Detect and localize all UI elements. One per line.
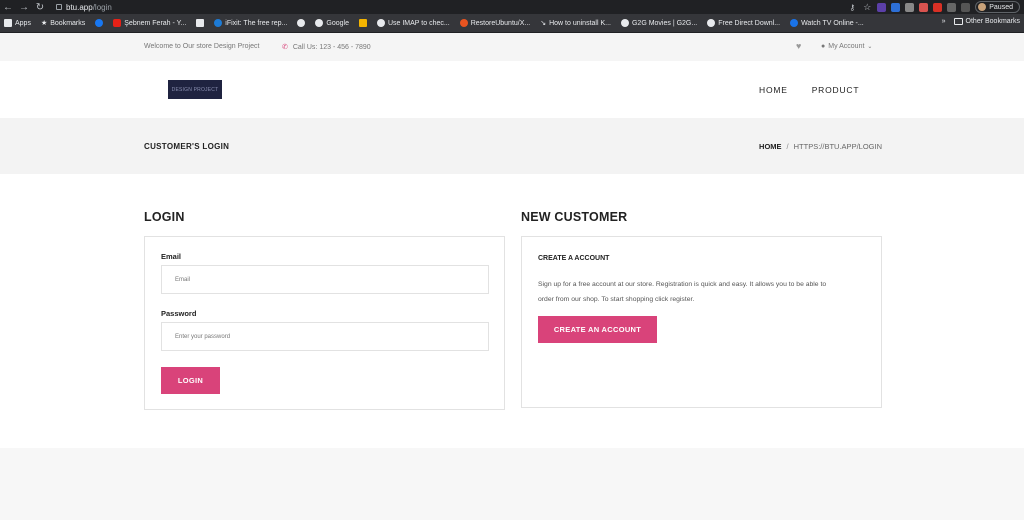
url-path: /login [92,2,112,12]
youtube-icon [113,19,122,27]
login-heading: LOGIN [144,210,185,224]
site-topbar: Welcome to Our store Design Project ✆ Cal… [0,33,1024,61]
bookmarks-bar: Apps ★ Bookmarks Şebnem Ferah - Y... iFix… [0,14,1024,33]
extension-icon[interactable] [933,2,943,12]
bookmark-item[interactable]: ↘ How to uninstall K... [540,19,611,28]
page-title: CUSTOMER'S LOGIN [144,142,230,151]
login-form: Email Email Password Enter your password… [144,236,505,410]
more-bookmarks-icon[interactable]: » [942,18,946,25]
site-header: DESIGN PROJECT HOME PRODUCT [0,61,1024,118]
bookmark-item[interactable]: Watch TV Online -... [790,19,864,27]
phone-icon: ✆ [282,44,288,51]
ifixit-icon [214,19,223,27]
user-icon: ● [821,43,826,50]
login-button[interactable]: LOGIN [161,367,220,394]
bookmark-item[interactable]: Apps [4,19,31,27]
star-icon[interactable]: ☆ [862,2,872,13]
main-content: LOGIN Email Email Password Enter your pa… [0,174,1024,448]
globe-icon [620,19,629,27]
nav-product[interactable]: PRODUCT [812,85,860,95]
bookmark-item[interactable]: G2G Movies | G2G... [620,19,697,27]
forward-icon[interactable]: → [16,2,32,13]
footer [0,448,1024,520]
bookmark-icon [358,19,367,27]
bookmark-item[interactable] [196,19,205,27]
profile-button[interactable]: Paused [975,1,1020,13]
breadcrumb: HOME / HTTPS://BTU.APP/LOGIN [759,142,882,151]
bookmark-item[interactable]: ★ Bookmarks [40,19,85,28]
logo[interactable]: DESIGN PROJECT [168,80,222,99]
breadcrumb-current: HTTPS://BTU.APP/LOGIN [793,142,882,151]
email-label: Email [161,252,182,261]
my-account-dropdown[interactable]: ● My Account ⌄ [821,43,872,50]
password-field[interactable]: Enter your password [161,322,489,351]
new-customer-heading: NEW CUSTOMER [521,210,628,224]
password-label: Password [161,309,197,318]
puzzle-icon[interactable] [961,2,971,12]
new-customer-box: CREATE A ACCOUNT Sign up for a free acco… [521,236,882,408]
extension-icon[interactable] [919,2,929,12]
bookmark-icon [196,19,205,27]
star-icon: ★ [40,20,48,27]
extension-icon[interactable] [947,2,957,12]
tool-icon: ↘ [540,20,547,27]
globe-icon [790,19,799,27]
bookmark-item[interactable] [358,19,367,27]
call-us: ✆ Call Us: 123 - 456 - 7890 [282,43,371,52]
extension-icon[interactable] [891,2,901,12]
main-nav: HOME PRODUCT [759,85,859,95]
bookmark-item[interactable] [95,19,104,27]
bookmark-item[interactable]: RestoreUbuntu/X... [459,19,530,27]
facebook-icon [95,19,104,27]
apps-grid-icon [4,19,12,27]
browser-toolbar: ← → ↻ btu.app/login ⚷ ☆ Paused [0,0,1024,14]
bookmark-item[interactable]: Google [315,19,349,27]
google-icon [315,19,324,27]
other-bookmarks-folder[interactable]: Other Bookmarks [953,18,1020,25]
bookmark-item[interactable]: iFixit: The free rep... [214,19,287,27]
google-icon [376,19,385,27]
lock-icon [56,4,62,10]
avatar [978,3,987,11]
create-account-subheading: CREATE A ACCOUNT [538,255,610,262]
welcome-text: Welcome to Our store Design Project [144,43,260,50]
breadcrumb-separator: / [786,142,789,151]
bookmark-item[interactable] [297,19,306,27]
key-icon[interactable]: ⚷ [847,3,857,12]
email-field[interactable]: Email [161,265,489,294]
back-icon[interactable]: ← [0,2,16,13]
folder-icon [953,18,963,25]
my-account-label: My Account [828,43,865,50]
bookmark-item[interactable]: Şebnem Ferah - Y... [113,19,186,27]
url-host: btu.app [66,2,93,12]
ubuntu-icon [459,19,468,27]
extension-icon[interactable] [905,2,915,12]
bookmark-item[interactable]: Free Direct Downl... [707,19,780,27]
new-customer-description: Sign up for a free account at our store.… [538,281,827,303]
create-account-button[interactable]: CREATE AN ACCOUNT [538,316,657,343]
paused-label: Paused [989,3,1013,11]
page-title-bar: CUSTOMER'S LOGIN HOME / HTTPS://BTU.APP/… [0,118,1024,174]
heart-icon[interactable]: ♥ [796,41,801,51]
call-text: Call Us: 123 - 456 - 7890 [292,43,371,51]
nav-home[interactable]: HOME [759,85,788,95]
chevron-down-icon: ⌄ [867,44,873,50]
reload-icon[interactable]: ↻ [32,2,48,13]
extension-icon[interactable] [877,2,887,12]
globe-icon [297,19,306,27]
breadcrumb-home[interactable]: HOME [759,142,782,151]
bookmark-item[interactable]: Use IMAP to chec... [376,19,450,27]
globe-icon [707,19,716,27]
address-bar[interactable]: btu.app/login [56,3,112,12]
